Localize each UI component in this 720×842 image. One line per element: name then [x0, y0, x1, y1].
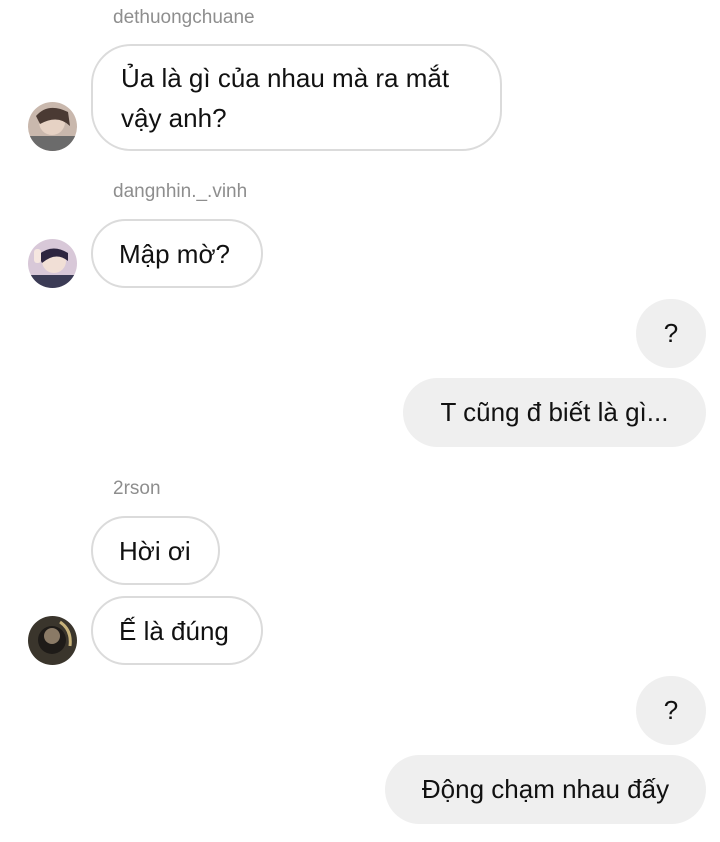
message-text: Ế là đúng: [119, 615, 229, 646]
message-text: T cũng đ biết là gì...: [440, 397, 669, 427]
incoming-message-bubble[interactable]: Ế là đúng: [91, 596, 263, 665]
incoming-message-bubble[interactable]: Ủa là gì của nhau mà ra mắt vậy anh?: [91, 44, 502, 151]
avatar-photo-icon: [28, 239, 77, 288]
message-text: Ủa là gì của nhau mà ra mắt vậy anh?: [121, 62, 450, 133]
avatar-photo-icon: [28, 616, 77, 665]
incoming-message-bubble[interactable]: Mập mờ?: [91, 219, 263, 288]
outgoing-message-bubble[interactable]: Động chạm nhau đấy: [385, 755, 706, 824]
sender-username[interactable]: dangnhin._.vinh: [113, 182, 247, 201]
avatar-photo-icon: [28, 102, 77, 151]
message-text: ?: [663, 318, 679, 348]
outgoing-message-bubble[interactable]: ?: [636, 676, 706, 745]
outgoing-message-bubble[interactable]: T cũng đ biết là gì...: [403, 378, 706, 447]
sender-username[interactable]: dethuongchuane: [113, 8, 255, 27]
outgoing-message-bubble[interactable]: ?: [636, 299, 706, 368]
message-text: Hời ơi: [119, 535, 191, 566]
message-text: Động chạm nhau đấy: [421, 774, 670, 804]
sender-avatar[interactable]: [28, 616, 77, 665]
message-text: Mập mờ?: [119, 238, 230, 269]
sender-avatar[interactable]: [28, 239, 77, 288]
sender-avatar[interactable]: [28, 102, 77, 151]
sender-username[interactable]: 2rson: [113, 479, 161, 498]
incoming-message-bubble[interactable]: Hời ơi: [91, 516, 220, 585]
message-text: ?: [663, 695, 679, 725]
